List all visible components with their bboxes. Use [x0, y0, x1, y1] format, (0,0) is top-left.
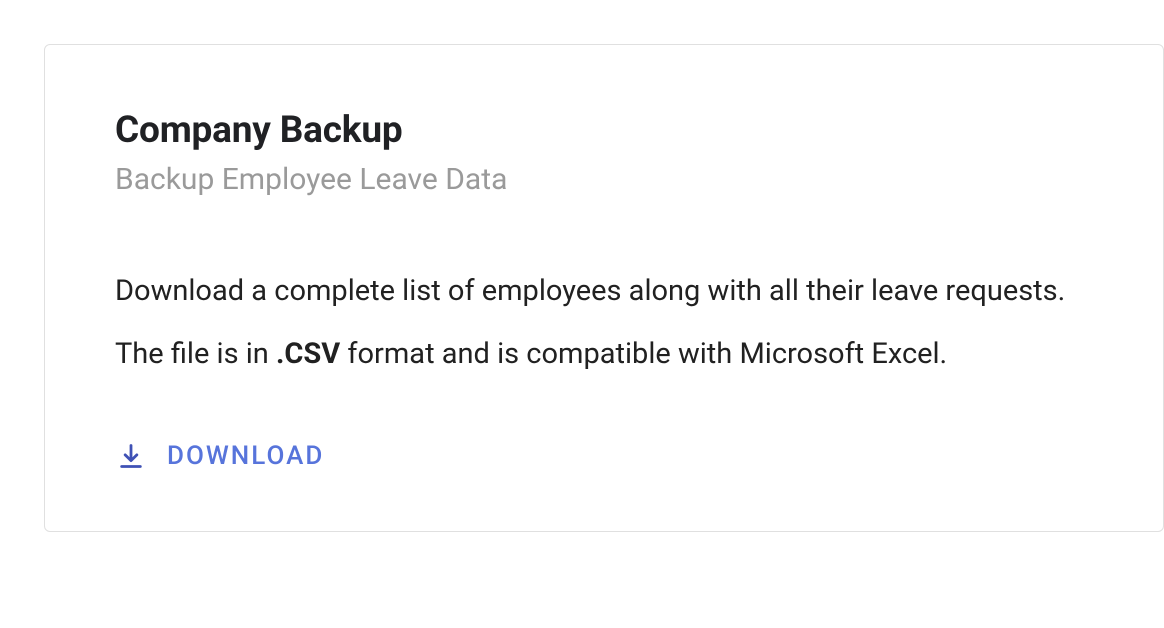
card-title: Company Backup [115, 109, 1093, 152]
card-body: Download a complete list of employees al… [115, 269, 1093, 377]
description-csv-strong: .CSV [276, 337, 340, 371]
company-backup-card: Company Backup Backup Employee Leave Dat… [44, 44, 1164, 532]
description-line-1: Download a complete list of employees al… [115, 269, 1093, 314]
action-row: DOWNLOAD [115, 437, 1093, 475]
download-button[interactable]: DOWNLOAD [115, 437, 326, 475]
download-button-label: DOWNLOAD [167, 441, 324, 471]
card-subtitle: Backup Employee Leave Data [115, 162, 1093, 197]
download-icon [117, 442, 145, 470]
description-line-2: The file is in .CSV format and is compat… [115, 332, 1093, 377]
description-line-2-pre: The file is in [115, 337, 276, 371]
description-line-2-post: format and is compatible with Microsoft … [340, 337, 947, 371]
